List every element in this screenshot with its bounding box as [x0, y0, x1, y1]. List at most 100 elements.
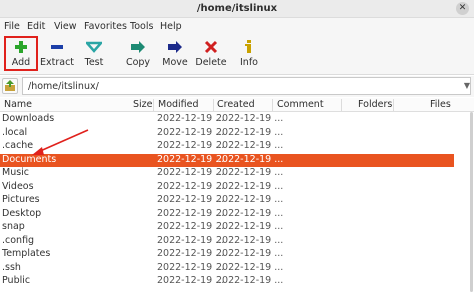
table-row[interactable]: .ssh 2022-12-19 ... 2022-12-19 ...: [0, 262, 474, 276]
row-created: 2022-12-19 ...: [216, 153, 284, 165]
row-modified: 2022-12-19 ...: [157, 248, 225, 259]
row-name: Music: [2, 167, 30, 178]
column-comment[interactable]: Comment: [277, 99, 324, 110]
title-bar: /home/itslinux ✕: [0, 0, 474, 18]
chevron-down-icon[interactable]: ▼: [464, 81, 470, 90]
annotation-arrow-icon: [32, 129, 89, 155]
arrow-right-icon: [168, 41, 182, 53]
row-modified: 2022-12-19 ...: [157, 167, 225, 178]
row-modified: 2022-12-19 ...: [157, 234, 225, 246]
info-label: Info: [240, 57, 258, 68]
table-row[interactable]: .config 2022-12-19 ... 2022-12-19 ...: [0, 235, 474, 249]
row-name: .ssh: [2, 261, 21, 273]
row-modified: 2022-12-19 ...: [157, 194, 225, 205]
delete-label: Delete: [195, 57, 227, 68]
row-name: Videos: [2, 180, 34, 192]
menu-view[interactable]: View: [54, 21, 77, 32]
row-modified: 2022-12-19 ...: [157, 113, 225, 124]
menu-tools[interactable]: Tools: [130, 21, 153, 32]
column-divider: [341, 99, 342, 111]
extract-label: Extract: [40, 57, 75, 68]
toolbar: Add Extract Test Copy Move Delete Info: [0, 35, 474, 75]
row-created: 2022-12-19 ...: [216, 248, 284, 259]
folder-up-icon: [5, 80, 15, 91]
row-modified: 2022-12-19 ...: [157, 140, 225, 151]
column-divider: [153, 99, 154, 111]
row-created: 2022-12-19 ...: [216, 180, 284, 192]
table-row[interactable]: Downloads 2022-12-19 ... 2022-12-19 ...: [0, 113, 474, 127]
vertical-scrollbar[interactable]: [468, 112, 474, 292]
table-row[interactable]: Desktop 2022-12-19 ... 2022-12-19 ...: [0, 208, 474, 222]
table-row[interactable]: Templates 2022-12-19 ... 2022-12-19 ...: [0, 248, 474, 262]
row-modified: 2022-12-19 ...: [157, 126, 225, 138]
copy-label: Copy: [125, 57, 151, 68]
add-label: Add: [11, 57, 31, 68]
column-size[interactable]: Size: [133, 99, 153, 110]
parent-folder-button[interactable]: [2, 78, 18, 94]
row-name: .local: [2, 126, 28, 138]
row-created: 2022-12-19 ...: [216, 113, 284, 124]
window-title: /home/itslinux: [196, 3, 278, 14]
row-created: 2022-12-19 ...: [216, 261, 284, 273]
address-input[interactable]: [22, 77, 471, 95]
table-row[interactable]: Videos 2022-12-19 ... 2022-12-19 ...: [0, 181, 474, 195]
test-button[interactable]: Test: [80, 37, 108, 71]
column-name[interactable]: Name: [4, 99, 32, 110]
row-name: Desktop: [2, 207, 42, 219]
column-files[interactable]: Files: [430, 99, 451, 110]
delete-button[interactable]: Delete: [195, 37, 227, 71]
row-created: 2022-12-19 ...: [216, 221, 284, 232]
column-header-row: Name Size Modified Created Comment Folde…: [0, 98, 474, 112]
row-created: 2022-12-19 ...: [216, 140, 284, 151]
row-name: Pictures: [2, 194, 40, 205]
row-modified: 2022-12-19 ...: [157, 261, 225, 273]
row-created: 2022-12-19 ...: [216, 207, 284, 219]
row-created: 2022-12-19 ...: [216, 167, 284, 178]
menu-favorites[interactable]: Favorites: [84, 21, 127, 32]
column-divider: [213, 99, 214, 111]
row-name: Public: [2, 275, 31, 286]
minus-icon: [51, 45, 63, 49]
test-label: Test: [84, 57, 104, 68]
column-divider: [272, 99, 273, 111]
close-button[interactable]: ✕: [456, 2, 469, 15]
row-name: Downloads: [2, 113, 55, 124]
row-modified: 2022-12-19 ...: [157, 180, 225, 192]
column-modified[interactable]: Modified: [158, 99, 199, 110]
column-folders[interactable]: Folders: [358, 99, 392, 110]
table-row[interactable]: Public 2022-12-19 ... 2022-12-19 ...: [0, 275, 474, 289]
info-icon: [245, 40, 251, 53]
x-icon: [204, 40, 218, 54]
table-row[interactable]: Pictures 2022-12-19 ... 2022-12-19 ...: [0, 194, 474, 208]
close-icon: ✕: [458, 3, 467, 13]
extract-button[interactable]: Extract: [40, 37, 74, 71]
info-button[interactable]: Info: [236, 37, 262, 71]
menu-bar: File Edit View Favorites Tools Help: [0, 18, 474, 35]
menu-edit[interactable]: Edit: [27, 21, 45, 32]
plus-icon: [15, 41, 27, 53]
table-row[interactable]: snap 2022-12-19 ... 2022-12-19 ...: [0, 221, 474, 235]
check-icon: [86, 41, 102, 53]
row-modified: 2022-12-19 ...: [157, 153, 225, 165]
row-modified: 2022-12-19 ...: [157, 221, 225, 232]
menu-file[interactable]: File: [4, 21, 20, 32]
column-divider: [393, 99, 394, 111]
row-modified: 2022-12-19 ...: [157, 275, 225, 286]
add-button[interactable]: Add: [6, 37, 36, 71]
move-label: Move: [162, 57, 188, 68]
table-row[interactable]: Music 2022-12-19 ... 2022-12-19 ...: [0, 167, 474, 181]
copy-button[interactable]: Copy: [124, 37, 152, 71]
row-name: .config: [2, 234, 35, 246]
row-created: 2022-12-19 ...: [216, 275, 284, 286]
row-created: 2022-12-19 ...: [216, 234, 284, 246]
move-button[interactable]: Move: [161, 37, 189, 71]
row-created: 2022-12-19 ...: [216, 126, 284, 138]
row-name: Templates: [2, 248, 51, 259]
row-name: snap: [2, 221, 25, 232]
double-arrow-icon: [131, 41, 145, 53]
address-bar: ▼: [0, 76, 474, 97]
column-created[interactable]: Created: [217, 99, 255, 110]
menu-help[interactable]: Help: [160, 21, 182, 32]
row-modified: 2022-12-19 ...: [157, 207, 225, 219]
row-created: 2022-12-19 ...: [216, 194, 284, 205]
